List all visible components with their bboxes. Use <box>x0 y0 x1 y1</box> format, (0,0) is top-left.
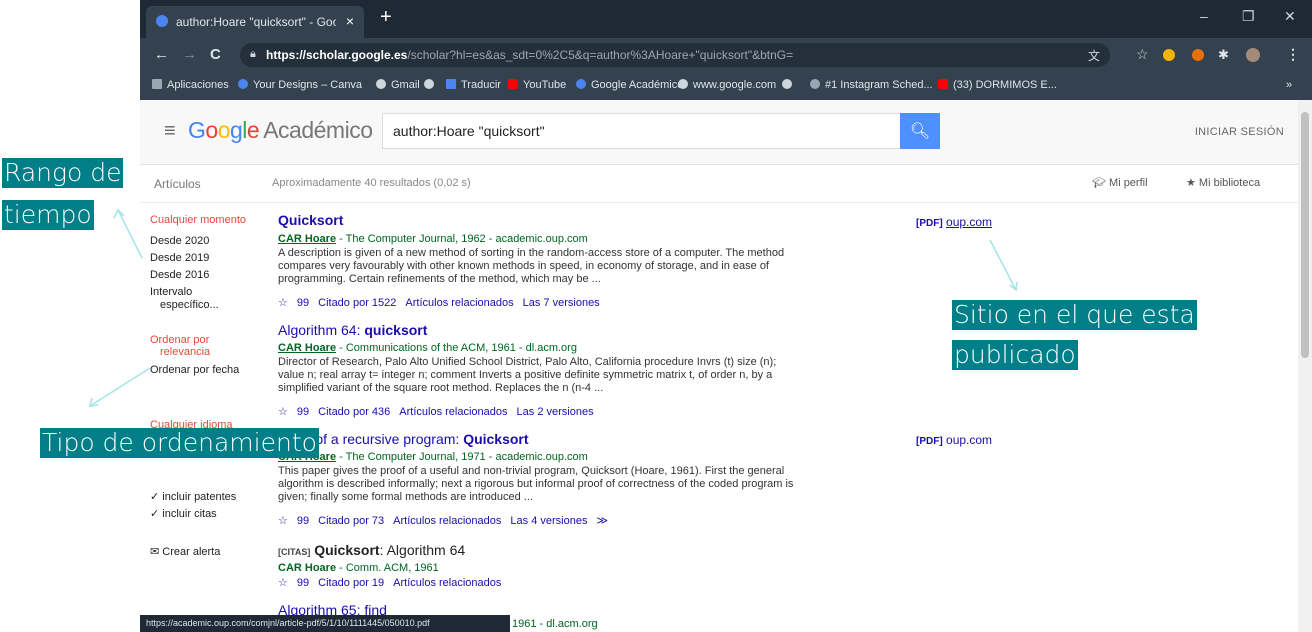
annotation-time-range-line1: Rango de <box>2 158 124 188</box>
annotation-time-range-line2: tiempo <box>2 200 94 230</box>
time-range-arrowhead <box>113 208 125 219</box>
annotation-site-line2: publicado <box>952 340 1078 370</box>
site-arrow <box>989 239 1017 291</box>
time-range-arrow <box>117 209 143 259</box>
annotation-sort-type: Tipo de ordenamiento <box>40 428 319 458</box>
sort-type-arrow <box>89 367 151 407</box>
annotation-site-line1: Sitio en el que esta <box>952 300 1197 330</box>
